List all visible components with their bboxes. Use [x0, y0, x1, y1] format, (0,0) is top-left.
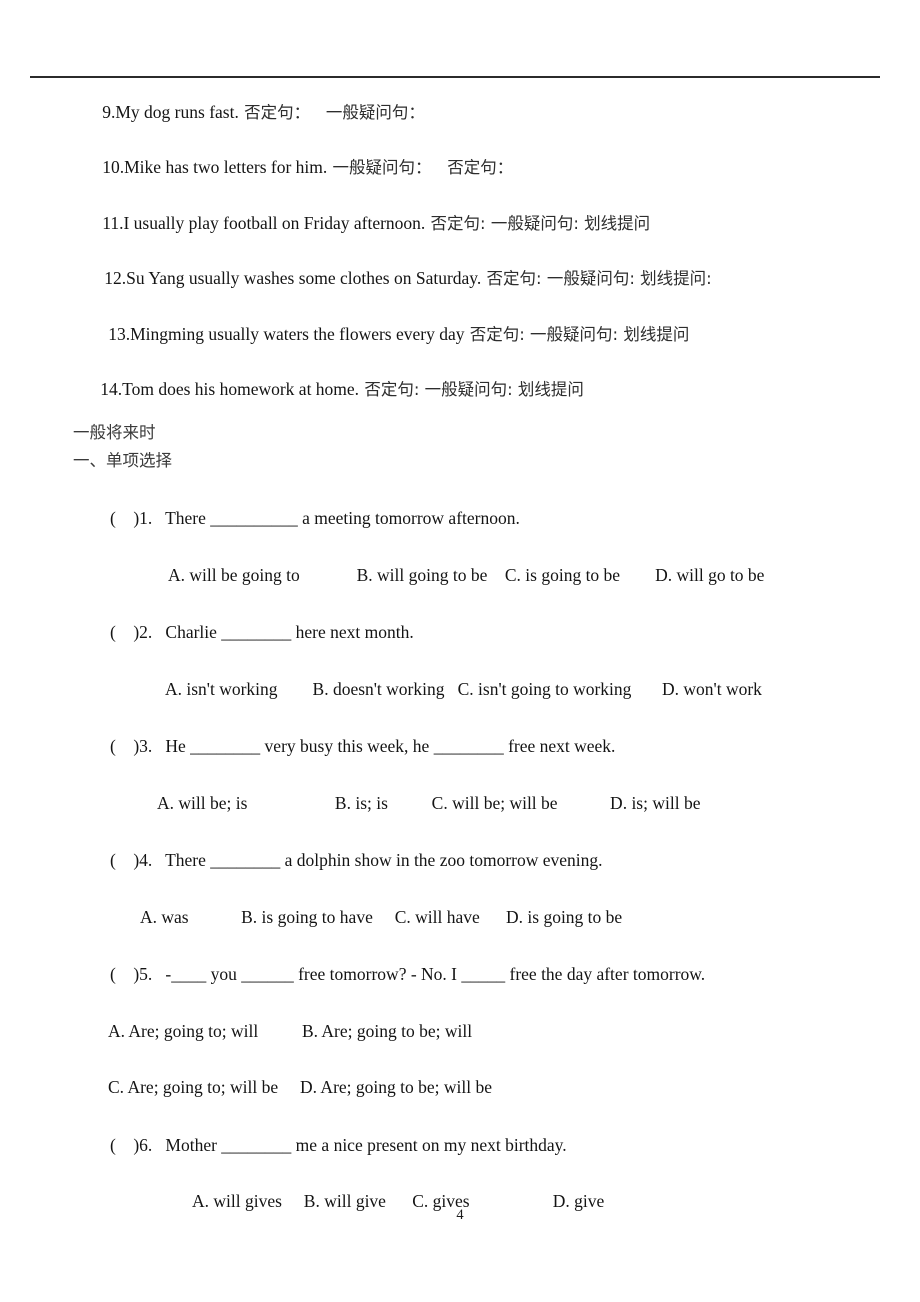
mc-question: ( )6. Mother ________ me a nice present …	[0, 1097, 920, 1211]
exercise-sentence: I usually play football on Friday aftern…	[123, 212, 426, 233]
mc-question: ( )3. He ________ very busy this week, h…	[0, 698, 920, 812]
mc-question-number: 6.	[139, 1134, 153, 1155]
mc-question-number: 4.	[139, 850, 153, 870]
mc-answer-bracket[interactable]: ( )	[110, 964, 139, 984]
mc-question-number: 5.	[139, 964, 153, 984]
exercise-number: 9.	[102, 101, 116, 122]
document-page: 9.My dog runs fast. 否定句： 一般疑问句： 10.Mike …	[0, 0, 920, 1302]
mc-question-number: 2.	[139, 622, 153, 642]
mc-question-stem: ( )6. Mother ________ me a nice present …	[0, 1097, 920, 1155]
mc-question: ( )5. -____ you ______ free tomorrow? - …	[0, 926, 920, 1097]
mc-question-text: There ________ a dolphin show in the zoo…	[152, 850, 603, 870]
exercise-sentence: Su Yang usually washes some clothes on S…	[126, 268, 482, 288]
mc-question-stem: ( )2. Charlie ________ here next month.	[0, 584, 920, 642]
exercise-item: 9.My dog runs fast. 否定句： 一般疑问句：	[0, 86, 920, 142]
exercise-sentence: Tom does his homework at home.	[122, 379, 360, 399]
mc-option-row[interactable]: A. was B. is going to have C. will have …	[0, 870, 920, 927]
exercise-number: 10.	[102, 157, 125, 177]
mc-option-row[interactable]: A. isn't working B. doesn't working C. i…	[0, 642, 920, 699]
exercise-sentence: Mingming usually waters the flowers ever…	[130, 323, 465, 344]
exercise-item: 10.Mike has two letters for him. 一般疑问句： …	[0, 142, 920, 198]
mc-option-row[interactable]: A. will be going to B. will going to be …	[0, 528, 920, 585]
mc-question-stem: ( )4. There ________ a dolphin show in t…	[0, 812, 920, 870]
mc-question: ( )2. Charlie ________ here next month. …	[0, 584, 920, 698]
mc-question-stem: ( )1. There __________ a meeting tomorro…	[0, 508, 920, 528]
exercise-prompt-text: 否定句： 一般疑问句：	[244, 102, 425, 122]
mc-question-number: 1.	[139, 508, 153, 528]
exercise-number: 14.	[100, 379, 123, 399]
section-title-tense: 一般将来时	[73, 423, 156, 442]
page-number: 4	[456, 1207, 464, 1223]
mc-answer-bracket[interactable]: ( )	[110, 736, 139, 756]
exercise-prompt-text: 否定句: 一般疑问句: 划线提问	[364, 380, 584, 399]
sentence-transformation-exercises: 9.My dog runs fast. 否定句： 一般疑问句： 10.Mike …	[0, 86, 920, 419]
mc-option-row[interactable]: A. will be; is B. is; is C. will be; wil…	[0, 756, 920, 813]
exercise-number: 13.	[108, 323, 131, 344]
mc-option-row[interactable]: A. Are; going to; will B. Are; going to …	[0, 984, 920, 1041]
mc-question-text: Charlie ________ here next month.	[152, 622, 414, 642]
mc-question-text: There __________ a meeting tomorrow afte…	[152, 508, 520, 528]
header-divider	[30, 76, 880, 78]
mc-question-stem: ( )3. He ________ very busy this week, h…	[0, 698, 920, 756]
mc-answer-bracket[interactable]: ( )	[110, 1135, 139, 1155]
exercise-item: 11.I usually play football on Friday aft…	[0, 197, 920, 253]
mc-question-text: -____ you ______ free tomorrow? - No. I …	[152, 964, 706, 984]
section-title-part: 一、单项选择	[73, 451, 172, 470]
exercise-item: 14.Tom does his homework at home. 否定句: 一…	[0, 364, 920, 420]
mc-answer-bracket[interactable]: ( )	[110, 622, 139, 642]
exercise-prompt-text: 否定句: 一般疑问句: 划线提问	[469, 324, 690, 344]
exercise-item: 13.Mingming usually waters the flowers e…	[0, 308, 920, 364]
exercise-sentence: My dog runs fast.	[115, 101, 239, 122]
exercise-prompt-text: 否定句: 一般疑问句: 划线提问:	[486, 269, 712, 288]
mc-option-row[interactable]: C. Are; going to; will be D. Are; going …	[0, 1040, 920, 1097]
exercise-number: 11.	[102, 212, 124, 233]
mc-question: ( )1. There __________ a meeting tomorro…	[0, 508, 920, 584]
mc-question-number: 3.	[139, 736, 153, 756]
mc-answer-bracket[interactable]: ( )	[110, 508, 139, 528]
mc-question: ( )4. There ________ a dolphin show in t…	[0, 812, 920, 926]
exercise-prompt-text: 否定句: 一般疑问句: 划线提问	[430, 213, 651, 233]
multiple-choice-section: ( )1. There __________ a meeting tomorro…	[0, 508, 920, 1211]
mc-question-text: Mother ________ me a nice present on my …	[152, 1134, 567, 1155]
mc-question-stem: ( )5. -____ you ______ free tomorrow? - …	[0, 926, 920, 984]
mc-option-row[interactable]: A. will gives B. will give C. gives D. g…	[0, 1154, 920, 1211]
exercise-prompt-text: 一般疑问句： 否定句：	[332, 158, 514, 177]
exercise-item: 12.Su Yang usually washes some clothes o…	[0, 253, 920, 309]
exercise-sentence: Mike has two letters for him.	[124, 157, 328, 177]
mc-question-text: He ________ very busy this week, he ____…	[152, 736, 616, 756]
exercise-number: 12.	[104, 268, 127, 288]
mc-answer-bracket[interactable]: ( )	[110, 850, 139, 870]
